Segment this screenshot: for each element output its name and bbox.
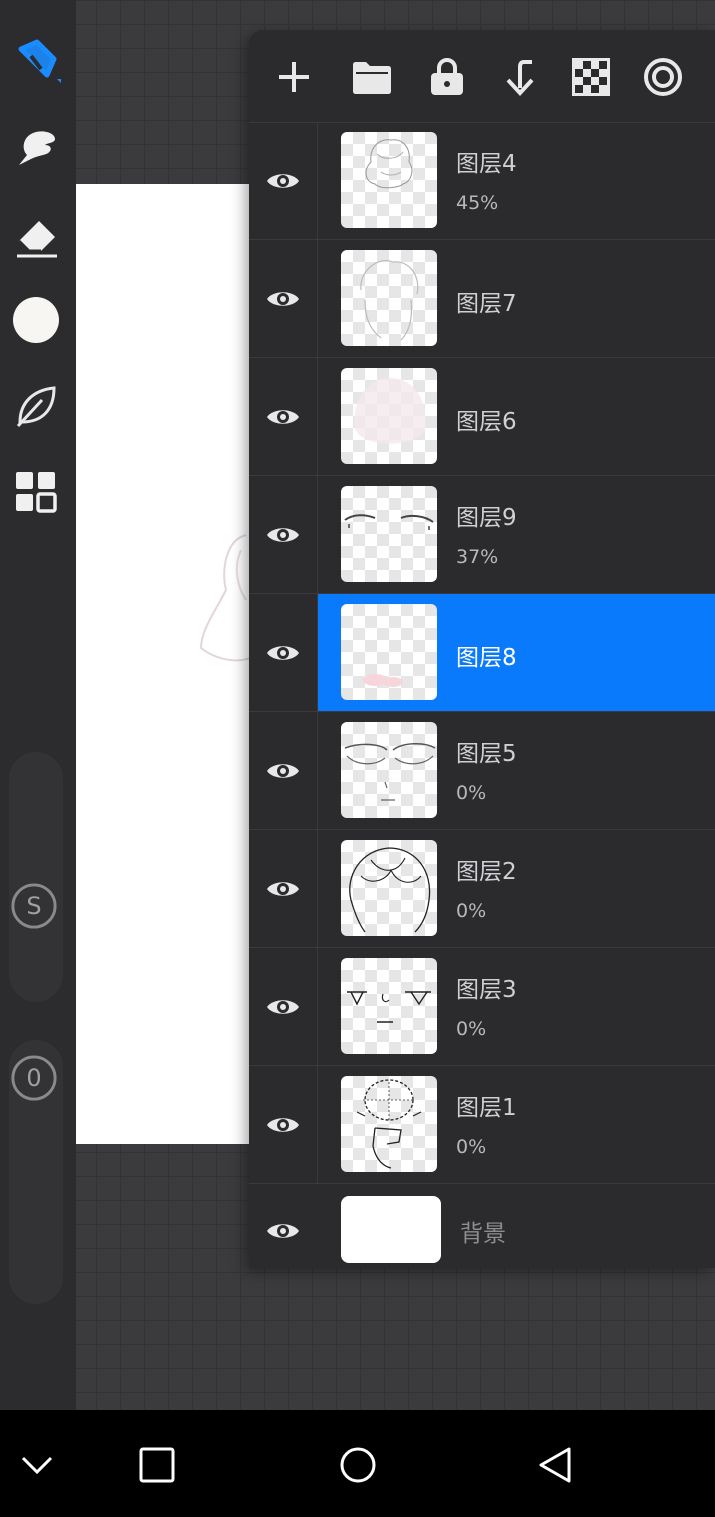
visibility-toggle[interactable] bbox=[249, 358, 318, 475]
layer-row[interactable]: 图层4 45% bbox=[249, 122, 715, 240]
visibility-toggle[interactable] bbox=[249, 122, 318, 239]
target-icon bbox=[644, 58, 682, 96]
layer-name: 图层7 bbox=[456, 291, 517, 317]
pen-nib-icon bbox=[18, 39, 61, 83]
leaf-tool[interactable] bbox=[8, 378, 64, 434]
eye-icon bbox=[267, 409, 299, 424]
layer-row-selected[interactable]: 图层8 bbox=[249, 594, 715, 712]
layer-name: 图层4 bbox=[456, 151, 517, 177]
checker-icon bbox=[572, 58, 610, 96]
eye-icon bbox=[267, 999, 299, 1014]
layer-thumbnail[interactable] bbox=[341, 368, 437, 464]
layer-row[interactable]: 图层6 bbox=[249, 358, 715, 476]
eraser-tool[interactable] bbox=[8, 208, 64, 264]
group-layer-button[interactable] bbox=[349, 54, 395, 100]
layer-row[interactable]: 图层2 0% bbox=[249, 830, 715, 948]
eye-icon bbox=[267, 173, 299, 188]
plus-icon bbox=[279, 62, 309, 92]
circle-icon bbox=[340, 1447, 376, 1483]
layer-name: 图层2 bbox=[456, 859, 517, 885]
tool-sidebar: S 0 bbox=[0, 0, 76, 1410]
eye-icon bbox=[267, 527, 299, 542]
current-color-swatch bbox=[13, 297, 59, 343]
layer-row[interactable]: 图层1 0% bbox=[249, 1066, 715, 1184]
reference-button[interactable] bbox=[640, 54, 686, 100]
layer-thumbnail[interactable] bbox=[341, 840, 437, 936]
background-color-swatch[interactable] bbox=[341, 1196, 441, 1263]
merge-down-icon bbox=[506, 60, 534, 96]
layer-name: 图层6 bbox=[456, 409, 517, 435]
layer-opacity: 0% bbox=[456, 782, 487, 804]
layer-thumbnail[interactable] bbox=[341, 486, 437, 582]
layer-row[interactable]: 图层9 37% bbox=[249, 476, 715, 594]
visibility-toggle[interactable] bbox=[249, 830, 318, 947]
color-picker[interactable] bbox=[8, 292, 64, 348]
visibility-toggle[interactable] bbox=[249, 476, 318, 593]
lock-layer-button[interactable] bbox=[424, 54, 470, 100]
layer-name: 图层8 bbox=[456, 645, 517, 671]
visibility-toggle[interactable] bbox=[249, 240, 318, 357]
eye-icon bbox=[267, 1117, 299, 1132]
eye-icon bbox=[267, 645, 299, 660]
brush-tool[interactable] bbox=[8, 34, 64, 90]
lock-icon bbox=[431, 58, 463, 95]
layer-row[interactable]: 图层5 0% bbox=[249, 712, 715, 830]
layer-name: 图层3 bbox=[456, 977, 517, 1003]
recents-button[interactable] bbox=[132, 1440, 182, 1490]
layers-tool[interactable] bbox=[8, 464, 64, 520]
visibility-toggle[interactable] bbox=[249, 712, 318, 829]
brush-size-knob[interactable]: S bbox=[10, 882, 58, 930]
grid-icon bbox=[16, 472, 57, 513]
layer-panel-toolbar bbox=[249, 30, 715, 123]
opacity-knob[interactable]: 0 bbox=[10, 1054, 58, 1102]
chevron-down-icon bbox=[21, 1456, 53, 1475]
eye-icon bbox=[267, 763, 299, 778]
collapse-button[interactable] bbox=[12, 1440, 62, 1490]
layer-opacity: 37% bbox=[456, 546, 499, 568]
back-button[interactable] bbox=[530, 1440, 580, 1490]
merge-down-button[interactable] bbox=[497, 54, 543, 100]
visibility-toggle[interactable] bbox=[249, 594, 318, 711]
transparency-button[interactable] bbox=[568, 54, 614, 100]
opacity-label: 0 bbox=[26, 1064, 42, 1092]
background-layer-row[interactable]: 背景 bbox=[249, 1184, 715, 1278]
layer-thumbnail[interactable] bbox=[341, 604, 437, 700]
layer-panel: 图层4 45% 图层7 图层6 图层9 37% 图层8 图层5 0% 图层2 0… bbox=[249, 30, 715, 1268]
leaf-icon bbox=[16, 386, 56, 428]
smudge-icon bbox=[19, 131, 55, 165]
layer-opacity: 0% bbox=[456, 900, 487, 922]
layer-list: 图层4 45% 图层7 图层6 图层9 37% 图层8 图层5 0% 图层2 0… bbox=[249, 122, 715, 1278]
layer-name: 图层9 bbox=[456, 505, 517, 531]
size-label: S bbox=[26, 892, 42, 920]
add-layer-button[interactable] bbox=[271, 54, 317, 100]
brush-size-slider[interactable] bbox=[9, 752, 63, 1002]
home-button[interactable] bbox=[333, 1440, 383, 1490]
eye-icon bbox=[267, 291, 299, 306]
layer-thumbnail[interactable] bbox=[341, 132, 437, 228]
layer-opacity: 0% bbox=[456, 1136, 487, 1158]
layer-row[interactable]: 图层7 bbox=[249, 240, 715, 358]
eye-icon bbox=[267, 1224, 299, 1238]
folder-icon bbox=[353, 62, 391, 94]
eye-icon bbox=[267, 881, 299, 896]
layer-opacity: 0% bbox=[456, 1018, 487, 1040]
square-icon bbox=[139, 1447, 175, 1483]
layer-name: 图层5 bbox=[456, 741, 517, 767]
layer-thumbnail[interactable] bbox=[341, 250, 437, 346]
visibility-toggle[interactable] bbox=[249, 1066, 318, 1183]
layer-thumbnail[interactable] bbox=[341, 1076, 437, 1172]
layer-thumbnail[interactable] bbox=[341, 958, 437, 1054]
layer-name: 图层1 bbox=[456, 1095, 517, 1121]
visibility-toggle[interactable] bbox=[249, 948, 318, 1065]
layer-row[interactable]: 图层3 0% bbox=[249, 948, 715, 1066]
background-layer-name: 背景 bbox=[460, 1221, 506, 1247]
triangle-back-icon bbox=[539, 1447, 571, 1483]
eraser-icon bbox=[17, 221, 57, 258]
layer-thumbnail[interactable] bbox=[341, 722, 437, 818]
system-navigation-bar bbox=[0, 1410, 715, 1517]
layer-opacity: 45% bbox=[456, 192, 499, 214]
smudge-tool[interactable] bbox=[8, 120, 64, 176]
visibility-toggle[interactable] bbox=[249, 1184, 317, 1278]
